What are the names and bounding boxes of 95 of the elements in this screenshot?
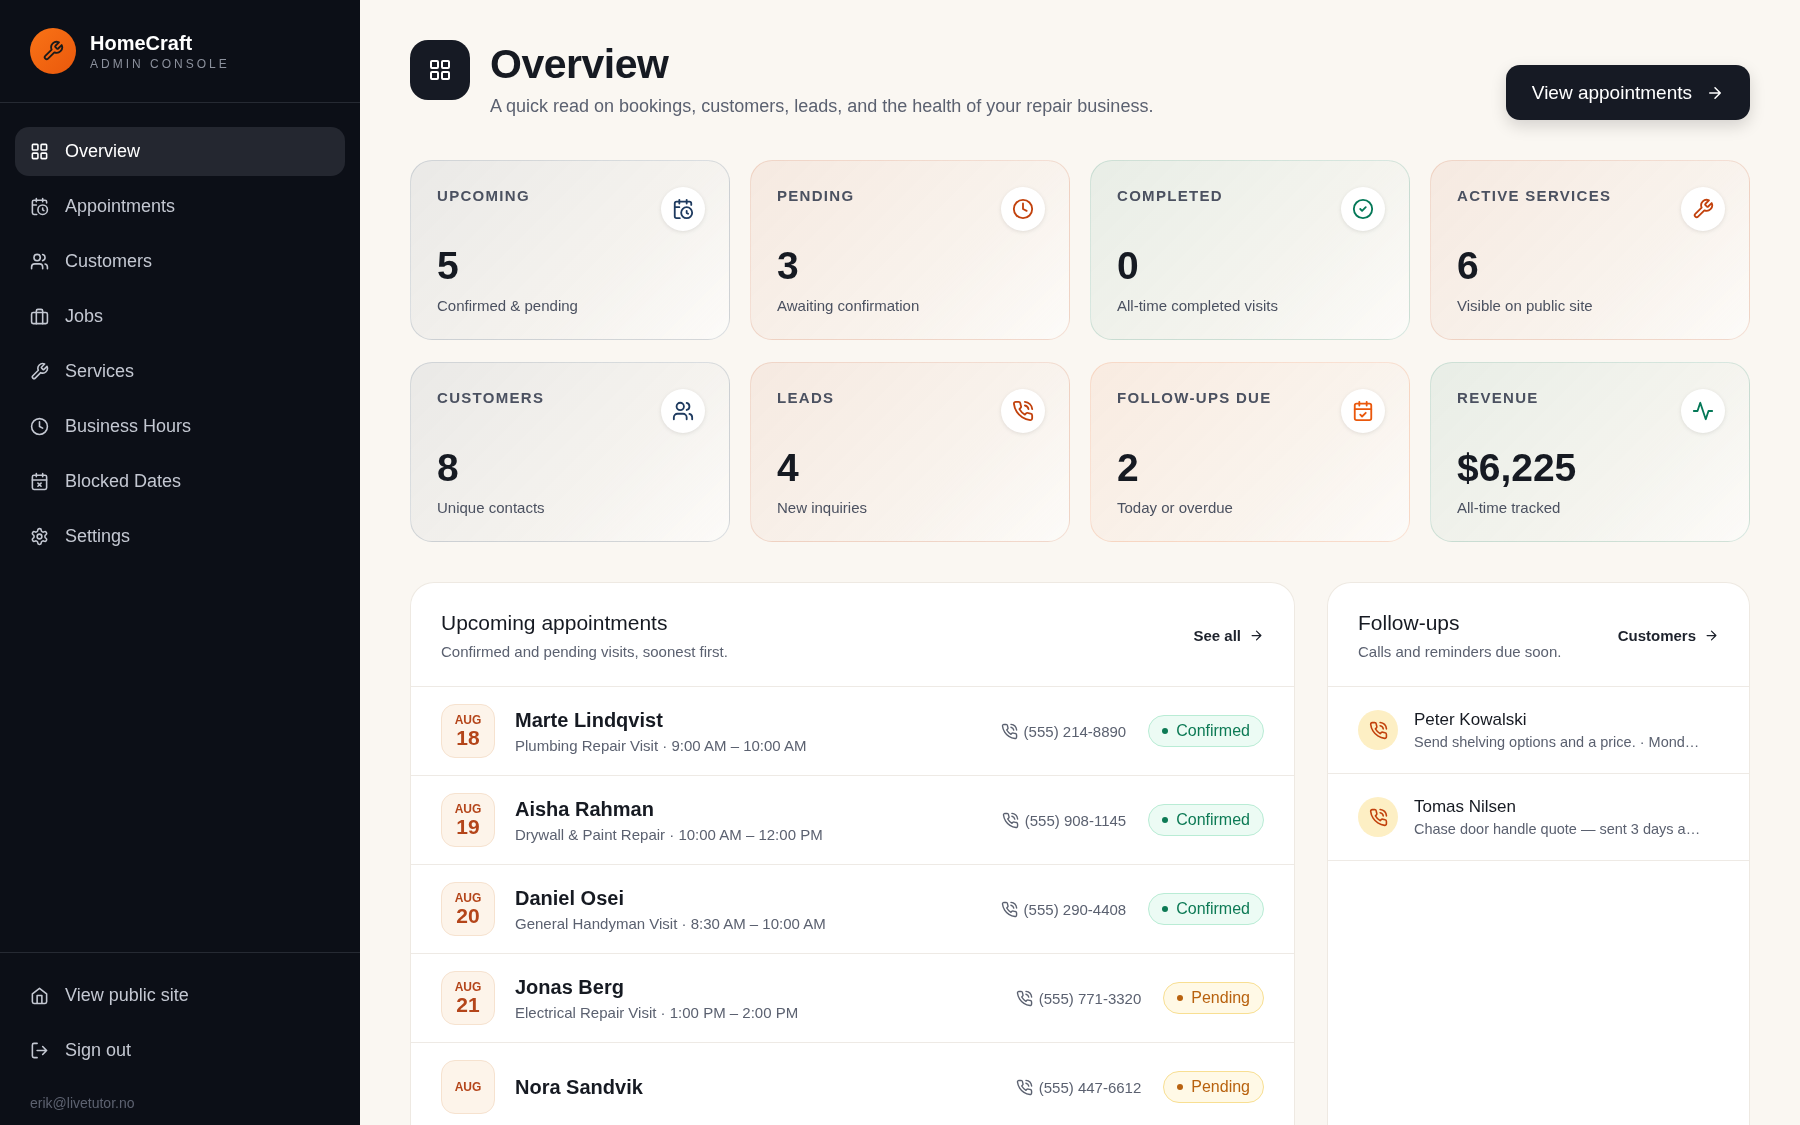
phone-number: (555) 447-6612 [1038, 1078, 1142, 1096]
settings-icon [30, 527, 49, 546]
follow-up-note: Chase door handle quote — sent 3 days a… [1414, 821, 1701, 837]
brand-subtitle: ADMIN CONSOLE [90, 56, 230, 71]
customers-link[interactable]: Customers [1617, 627, 1719, 644]
calendar-x-icon [30, 472, 49, 491]
sign-out-link[interactable]: Sign out [15, 1026, 345, 1075]
sidebar-item[interactable]: Settings [15, 512, 345, 561]
phone-icon [1015, 989, 1033, 1007]
grid-icon [30, 142, 49, 161]
briefcase-icon [30, 307, 49, 326]
phone-icon [1001, 811, 1019, 829]
status-badge: Confirmed [1148, 715, 1264, 747]
view-appointments-button[interactable]: View appointments [1505, 65, 1750, 120]
date-badge: AUG [441, 1060, 495, 1114]
follow-up-note: Send shelving options and a price. · Mond… [1414, 734, 1700, 750]
appointment-detail: Electrical Repair Visit · 1:00 PM – 2:00 PM [515, 1003, 800, 1021]
phone-number: (555) 290-4408 [1023, 900, 1127, 918]
sign-out-icon [30, 1041, 49, 1060]
status-badge: Pending [1163, 982, 1264, 1014]
clock-icon [30, 417, 49, 436]
customer-name: Aisha Rahman [515, 797, 655, 821]
user-email: erik@livetutor.no [29, 1094, 136, 1111]
stat-label: UPCOMING [437, 187, 530, 204]
sidebar-item[interactable]: Jobs [15, 292, 345, 341]
date-badge: AUG 19 [441, 793, 495, 847]
grid-icon [410, 40, 470, 100]
stat-caption: Unique contacts [437, 499, 546, 516]
status-badge: Confirmed [1148, 804, 1264, 836]
section-title: Follow-ups [1358, 611, 1461, 635]
arrow-right-icon [1249, 628, 1264, 643]
date-badge: AUG 20 [441, 882, 495, 936]
sidebar-item[interactable]: Business Hours [15, 402, 345, 451]
public-site-link[interactable]: View public site [15, 971, 345, 1020]
page-subtitle: A quick read on bookings, customers, leads, and the health of your repair business. [490, 96, 1155, 117]
stat-value: 0 [1117, 245, 1140, 287]
phone-icon [1015, 1078, 1033, 1096]
wrench-icon [30, 362, 49, 381]
customer-name: Nora Sandvik [515, 1075, 644, 1099]
sidebar-item[interactable]: Overview [15, 127, 345, 176]
house-icon [30, 986, 49, 1005]
section-title: Upcoming appointments [441, 611, 669, 635]
appointment-detail: Plumbing Repair Visit · 9:00 AM – 10:00 AM [515, 736, 808, 754]
phone-number: (555) 771-3320 [1038, 989, 1142, 1007]
contact-name: Tomas Nilsen [1414, 797, 1518, 817]
stat-value: $6,225 [1457, 447, 1578, 489]
phone-number: (555) 214-8890 [1023, 722, 1127, 740]
phone-icon [1358, 710, 1398, 750]
contact-name: Peter Kowalski [1414, 710, 1528, 730]
stat-label: PENDING [777, 187, 855, 204]
status-badge: Pending [1163, 1071, 1264, 1103]
sidebar-item[interactable]: Customers [15, 237, 345, 286]
phone-icon [1000, 722, 1018, 740]
appointment-detail: General Handyman Visit · 8:30 AM – 10:00 AM [515, 914, 827, 932]
stat-label: ACTIVE SERVICES [1457, 187, 1612, 204]
stat-caption: All-time completed visits [1117, 297, 1279, 314]
phone-number: (555) 908-1145 [1024, 811, 1127, 829]
stat-caption: Confirmed & pending [437, 297, 579, 314]
appointment-detail: Drywall & Paint Repair · 10:00 AM – 12:00 PM [515, 825, 824, 843]
stat-label: COMPLETED [1117, 187, 1223, 204]
phone-icon [1000, 900, 1018, 918]
stat-caption: All-time tracked [1457, 499, 1562, 516]
customer-name: Marte Lindqvist [515, 708, 664, 732]
stat-label: FOLLOW-UPS DUE [1117, 389, 1272, 406]
customer-name: Jonas Berg [515, 975, 625, 999]
stat-label: LEADS [777, 389, 835, 406]
people-icon [30, 252, 49, 271]
stat-caption: Awaiting confirmation [777, 297, 921, 314]
stat-value: 6 [1457, 245, 1480, 287]
customer-name: Daniel Osei [515, 886, 625, 910]
date-badge: AUG 18 [441, 704, 495, 758]
sidebar-item[interactable]: Appointments [15, 182, 345, 231]
stat-value: 2 [1117, 447, 1140, 489]
wrench-icon [42, 40, 64, 62]
sidebar-item[interactable]: Blocked Dates [15, 457, 345, 506]
phone-icon [1358, 797, 1398, 837]
stat-value: 4 [777, 447, 800, 489]
stat-label: CUSTOMERS [437, 389, 545, 406]
section-subtitle: Confirmed and pending visits, soonest first. [441, 643, 728, 660]
stat-caption: Visible on public site [1457, 297, 1594, 314]
arrow-right-icon [1704, 628, 1719, 643]
stat-value: 3 [777, 245, 800, 287]
see-all-link[interactable]: See all [1193, 627, 1264, 644]
sidebar-item[interactable]: Services [15, 347, 345, 396]
status-badge: Confirmed [1148, 893, 1264, 925]
stat-caption: Today or overdue [1117, 499, 1234, 516]
stat-caption: New inquiries [777, 499, 869, 516]
stat-value: 8 [437, 447, 460, 489]
stat-value: 5 [437, 245, 460, 287]
section-subtitle: Calls and reminders due soon. [1358, 643, 1562, 660]
stat-label: REVENUE [1457, 389, 1539, 406]
calendar-clock-icon [30, 197, 49, 216]
brand-name: HomeCraft [90, 31, 194, 55]
date-badge: AUG 21 [441, 971, 495, 1025]
page-title: Overview [490, 40, 670, 88]
